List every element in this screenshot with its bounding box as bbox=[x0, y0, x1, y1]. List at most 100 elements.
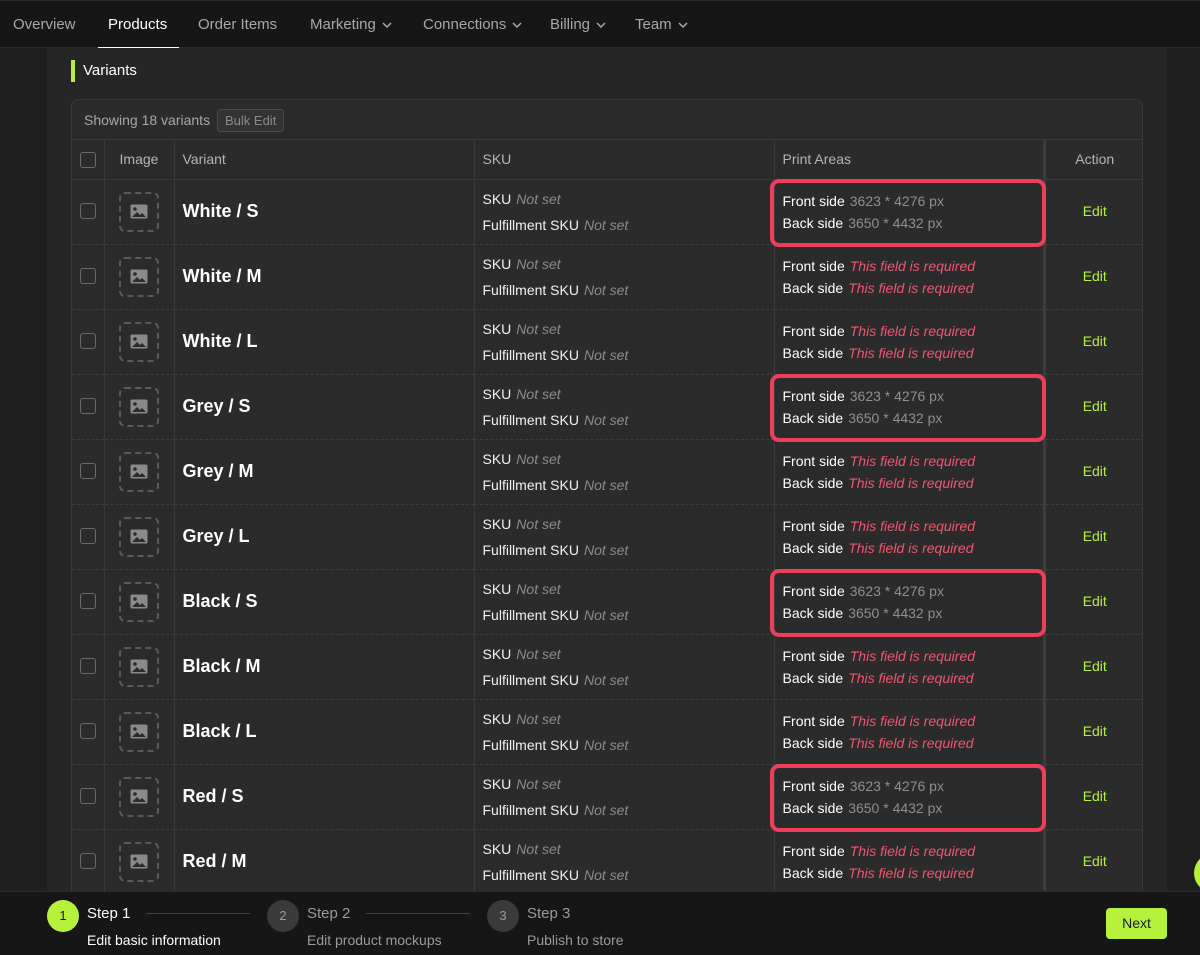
back-side-line: Back side This field is required bbox=[775, 732, 1043, 754]
back-side-line: Back side This field is required bbox=[775, 277, 1043, 299]
edit-link[interactable]: Edit bbox=[1083, 268, 1107, 284]
image-placeholder[interactable] bbox=[119, 451, 159, 492]
row-checkbox[interactable] bbox=[79, 723, 96, 740]
step-connector bbox=[146, 913, 250, 914]
front-side-line: Front side This field is required bbox=[775, 710, 1043, 732]
row-checkbox[interactable] bbox=[79, 528, 96, 545]
row-checkbox[interactable] bbox=[79, 853, 96, 870]
front-side-label: Front side bbox=[782, 192, 845, 209]
nav-products[interactable]: Products bbox=[97, 1, 180, 49]
back-side-line: Back side This field is required bbox=[775, 342, 1043, 364]
edit-link[interactable]: Edit bbox=[1083, 788, 1107, 804]
step-3-circle[interactable]: 3 bbox=[487, 900, 519, 932]
nav-team[interactable]: Team bbox=[635, 1, 688, 49]
step-1-circle[interactable]: 1 bbox=[47, 900, 79, 932]
table-row: Grey / S SKU Not set Fulfillment SKU Not set… bbox=[72, 374, 1142, 440]
row-select-cell bbox=[72, 699, 105, 765]
table-row: Red / M SKU Not set Fulfillment SKU Not set F… bbox=[72, 829, 1142, 895]
sku-label: SKU bbox=[482, 190, 512, 207]
nav-connections[interactable]: Connections bbox=[423, 1, 522, 49]
edit-link[interactable]: Edit bbox=[1083, 723, 1107, 739]
edit-link[interactable]: Edit bbox=[1083, 398, 1107, 414]
floating-help-button[interactable] bbox=[1194, 853, 1200, 893]
edit-link[interactable]: Edit bbox=[1083, 333, 1107, 349]
print-areas-cell: Front side This field is required Back sid… bbox=[774, 699, 1046, 765]
edit-link[interactable]: Edit bbox=[1083, 528, 1107, 544]
edit-link[interactable]: Edit bbox=[1083, 853, 1107, 869]
nav-order-items[interactable]: Order Items bbox=[198, 1, 277, 49]
column-header-action: Action bbox=[1044, 140, 1142, 180]
fulfillment-sku-value: Not set bbox=[583, 671, 629, 688]
variant-count: Showing 18 variants bbox=[84, 112, 211, 128]
row-checkbox[interactable] bbox=[79, 463, 96, 480]
image-cell bbox=[104, 374, 175, 440]
image-placeholder[interactable] bbox=[119, 256, 159, 297]
front-side-line: Front side This field is required bbox=[775, 645, 1043, 667]
row-checkbox[interactable] bbox=[79, 333, 96, 350]
next-button[interactable]: Next bbox=[1106, 908, 1167, 939]
sku-value: Not set bbox=[516, 580, 561, 597]
edit-link[interactable]: Edit bbox=[1083, 593, 1107, 609]
front-side-value: 3623 * 4276 px bbox=[849, 582, 944, 599]
nav-overview[interactable]: Overview bbox=[13, 1, 76, 49]
bulk-edit-button[interactable]: Bulk Edit bbox=[217, 109, 285, 132]
edit-link[interactable]: Edit bbox=[1083, 463, 1107, 479]
sku-label: SKU bbox=[482, 320, 512, 337]
image-placeholder[interactable] bbox=[119, 581, 159, 622]
image-placeholder[interactable] bbox=[119, 386, 159, 427]
image-placeholder[interactable] bbox=[119, 191, 159, 232]
sku-cell: SKU Not set Fulfillment SKU Not set bbox=[474, 504, 775, 570]
front-side-value: This field is required bbox=[849, 712, 976, 729]
nav-billing[interactable]: Billing bbox=[550, 1, 606, 49]
image-placeholder[interactable] bbox=[119, 646, 159, 687]
print-areas-cell: Front side 3623 * 4276 px Back side 3650 * … bbox=[774, 569, 1046, 635]
action-cell: Edit bbox=[1044, 374, 1142, 440]
nav-label: Products bbox=[108, 16, 168, 33]
fulfillment-sku-line: Fulfillment SKU Not set bbox=[475, 537, 774, 563]
sku-cell: SKU Not set Fulfillment SKU Not set bbox=[474, 439, 775, 505]
back-side-line: Back side This field is required bbox=[775, 537, 1043, 559]
back-side-value: This field is required bbox=[848, 669, 974, 686]
row-checkbox[interactable] bbox=[79, 268, 96, 285]
row-checkbox[interactable] bbox=[79, 593, 96, 610]
image-cell bbox=[104, 634, 175, 700]
action-cell: Edit bbox=[1044, 244, 1142, 310]
sku-label: SKU bbox=[482, 840, 512, 857]
image-placeholder[interactable] bbox=[119, 321, 159, 362]
nav-marketing[interactable]: Marketing bbox=[310, 1, 392, 49]
step-2-circle[interactable]: 2 bbox=[267, 900, 299, 932]
image-placeholder[interactable] bbox=[119, 776, 159, 817]
action-cell: Edit bbox=[1044, 179, 1142, 245]
back-side-value: This field is required bbox=[848, 864, 974, 881]
row-checkbox[interactable] bbox=[79, 398, 96, 415]
step-3-title: Step 3 bbox=[527, 905, 571, 922]
edit-link[interactable]: Edit bbox=[1083, 203, 1107, 219]
front-side-label: Front side bbox=[782, 647, 845, 664]
image-placeholder[interactable] bbox=[119, 711, 159, 752]
edit-link[interactable]: Edit bbox=[1083, 658, 1107, 674]
variant-cell: Grey / M bbox=[174, 439, 475, 505]
image-placeholder[interactable] bbox=[119, 516, 159, 557]
fulfillment-sku-value: Not set bbox=[583, 866, 629, 883]
image-icon bbox=[130, 594, 148, 609]
row-checkbox[interactable] bbox=[79, 203, 96, 220]
image-cell bbox=[104, 764, 175, 830]
row-checkbox[interactable] bbox=[79, 788, 96, 805]
top-nav: Overview Products Order Items Marketing … bbox=[0, 0, 1200, 49]
fulfillment-sku-label: Fulfillment SKU bbox=[482, 801, 579, 818]
sku-value: Not set bbox=[516, 450, 561, 467]
row-checkbox[interactable] bbox=[79, 658, 96, 675]
front-side-value: This field is required bbox=[849, 517, 976, 534]
fulfillment-sku-value: Not set bbox=[583, 476, 629, 493]
back-side-label: Back side bbox=[782, 409, 844, 426]
row-select-cell bbox=[72, 569, 105, 635]
image-cell bbox=[104, 699, 175, 765]
image-placeholder[interactable] bbox=[119, 841, 159, 882]
sku-value: Not set bbox=[516, 320, 561, 337]
sku-line: SKU Not set bbox=[475, 771, 774, 797]
select-all-checkbox[interactable] bbox=[79, 151, 96, 168]
back-side-label: Back side bbox=[782, 604, 844, 621]
variant-cell: Red / M bbox=[174, 829, 475, 895]
back-side-value: This field is required bbox=[848, 474, 974, 491]
image-cell bbox=[104, 829, 175, 895]
